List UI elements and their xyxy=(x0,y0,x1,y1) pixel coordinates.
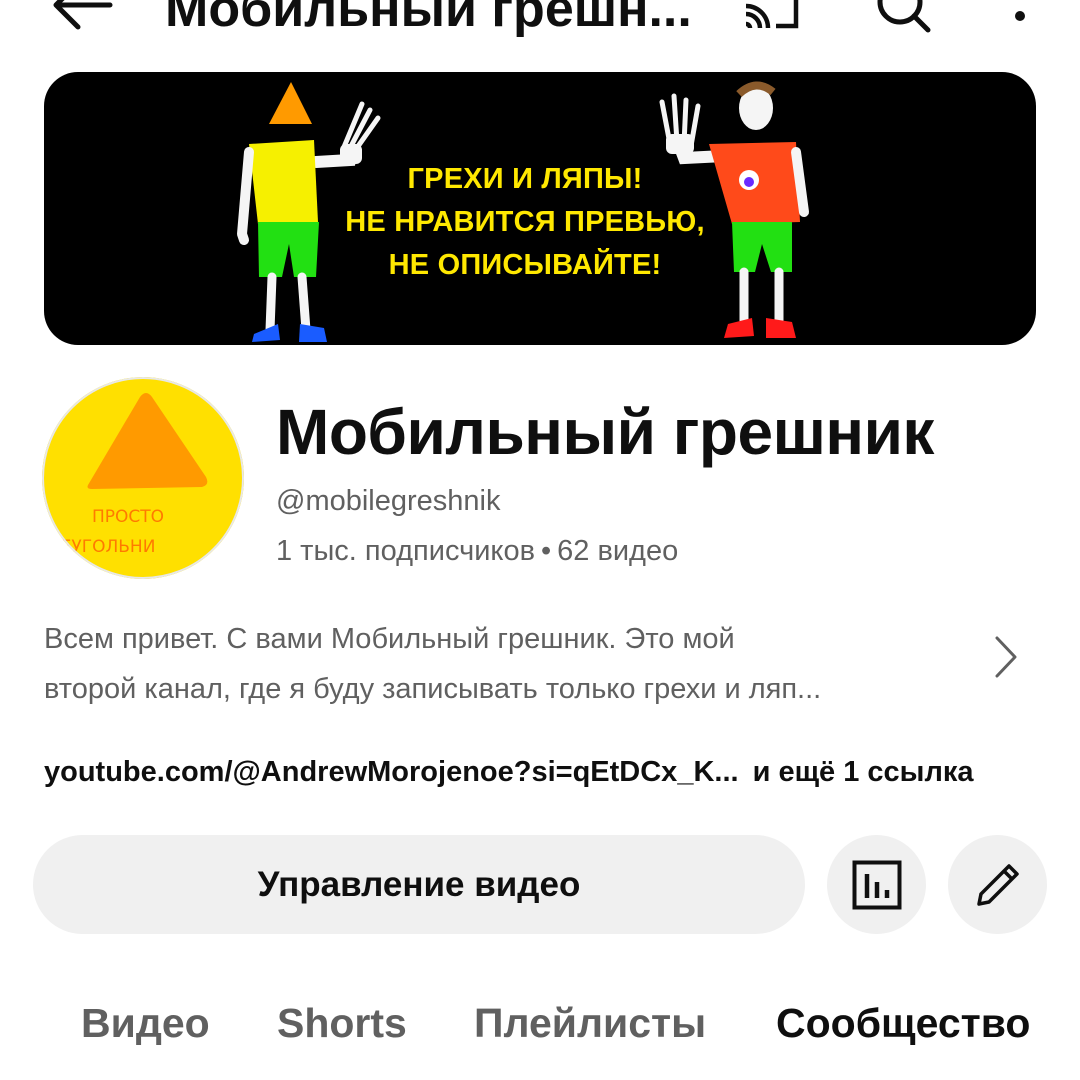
chevron-right-icon xyxy=(995,636,1017,678)
more-links[interactable]: и ещё 1 ссылка xyxy=(753,756,974,788)
manage-videos-button[interactable]: Управление видео xyxy=(33,835,805,934)
pencil-icon xyxy=(976,863,1019,906)
tab-community[interactable]: Сообщество xyxy=(776,996,1030,1050)
tab-videos[interactable]: Видео xyxy=(81,996,210,1050)
channel-avatar[interactable]: ПРОСТО ТРЕУГОЛЬНИ xyxy=(42,377,244,579)
topbar-title: Мобильный грешн... xyxy=(165,0,692,38)
arrow-back-icon xyxy=(53,0,113,30)
more-options-button[interactable] xyxy=(1000,0,1040,36)
top-app-bar: Мобильный грешн... xyxy=(0,0,1080,40)
channel-name: Мобильный грешник xyxy=(276,396,934,468)
description-line: второй канал, где я буду записывать толь… xyxy=(44,673,822,705)
channel-banner: ГРЕХИ И ЛЯПЫ! НЕ НРАВИТСЯ ПРЕВЬЮ, НЕ ОПИ… xyxy=(44,72,1036,345)
search-button[interactable] xyxy=(872,0,932,34)
channel-links: youtube.com/@AndrewMorojenoe?si=qEtDCx_K… xyxy=(44,752,974,792)
video-count: 62 видео xyxy=(557,535,679,567)
back-button[interactable] xyxy=(48,0,118,32)
channel-handle: @mobilegreshnik xyxy=(276,485,501,517)
avatar-text-line: ТРЕУГОЛЬНИ xyxy=(42,537,155,557)
banner-line: НЕ ОПИСЫВАЙТЕ! xyxy=(388,249,662,281)
channel-description[interactable]: Всем привет. С вами Мобильный грешник. Э… xyxy=(44,614,964,714)
tab-playlists[interactable]: Плейлисты xyxy=(474,996,706,1050)
tab-shorts[interactable]: Shorts xyxy=(277,996,407,1050)
stats-separator: • xyxy=(540,535,552,567)
cast-button[interactable] xyxy=(742,0,802,32)
banner-text: ГРЕХИ И ЛЯПЫ! НЕ НРАВИТСЯ ПРЕВЬЮ, НЕ ОПИ… xyxy=(44,158,1036,287)
banner-line: ГРЕХИ И ЛЯПЫ! xyxy=(407,163,643,195)
analytics-button[interactable] xyxy=(827,835,926,934)
edit-channel-button[interactable] xyxy=(948,835,1047,934)
channel-stats: 1 тыс. подписчиков • 62 видео xyxy=(276,532,678,570)
avatar-image: ПРОСТО ТРЕУГОЛЬНИ xyxy=(42,377,244,579)
channel-link[interactable]: youtube.com/@AndrewMorojenoe?si=qEtDCx_K… xyxy=(44,756,739,788)
search-icon xyxy=(877,0,931,33)
bar-chart-icon xyxy=(852,860,901,909)
banner-line: НЕ НРАВИТСЯ ПРЕВЬЮ, xyxy=(345,206,705,238)
cast-icon xyxy=(745,0,799,29)
description-expand-button[interactable] xyxy=(985,632,1025,682)
avatar-text-line: ПРОСТО xyxy=(92,507,164,527)
description-line: Всем привет. С вами Мобильный грешник. Э… xyxy=(44,623,735,655)
more-vert-icon xyxy=(1015,11,1025,21)
subscriber-count: 1 тыс. подписчиков xyxy=(276,535,535,567)
